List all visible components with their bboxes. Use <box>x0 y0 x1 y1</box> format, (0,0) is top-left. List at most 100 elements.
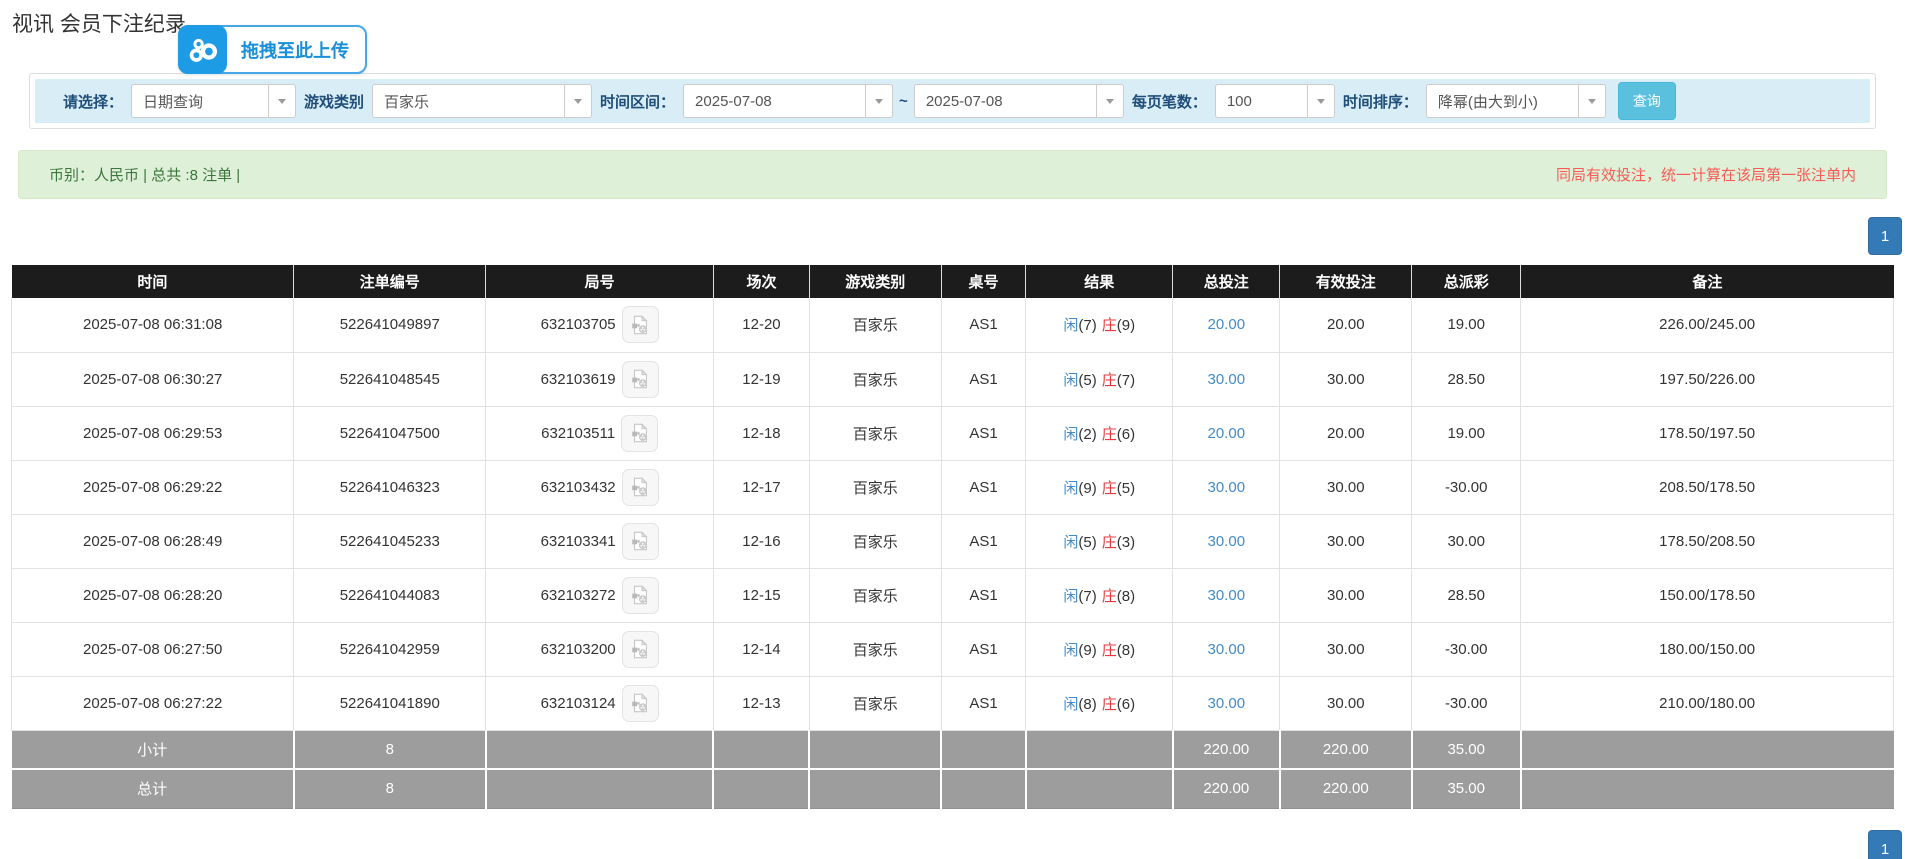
result-banker-score: (9) <box>1117 317 1135 334</box>
total-bet-link[interactable]: 20.00 <box>1208 316 1246 333</box>
video-replay-button[interactable] <box>621 415 658 452</box>
sort-select[interactable]: 降幂(由大到小) <box>1426 84 1606 118</box>
cell-total-bet: 30.00 <box>1173 352 1280 406</box>
result-player-score: (7) <box>1078 317 1096 334</box>
cell-game-type: 百家乐 <box>809 352 941 406</box>
video-file-icon <box>629 638 651 660</box>
cell-time: 2025-07-08 06:30:27 <box>12 352 294 406</box>
cell-round-no: 632103511 <box>486 406 714 460</box>
result-banker-score: (8) <box>1117 642 1135 659</box>
page-title: 视讯 会员下注纪录 <box>12 8 186 38</box>
subtotal-row: 小计 8 220.00 220.00 35.00 <box>12 730 1894 769</box>
result-banker-score: (5) <box>1117 480 1135 497</box>
table-row: 2025-07-08 06:27:50 522641042959 6321032… <box>12 622 1894 676</box>
cell-bet-no: 522641041890 <box>294 676 486 730</box>
chevron-down-icon[interactable] <box>1578 85 1605 117</box>
drag-upload-overlay[interactable]: 拖拽至此上传 <box>178 25 367 74</box>
cell-time: 2025-07-08 06:31:08 <box>12 298 294 352</box>
result-banker-label: 庄 <box>1102 426 1117 443</box>
cell-remark: 178.50/208.50 <box>1521 514 1894 568</box>
cell-remark: 226.00/245.00 <box>1521 298 1894 352</box>
video-replay-button[interactable] <box>622 361 659 398</box>
result-player-label: 闲 <box>1063 480 1078 497</box>
subtotal-valid-bet: 220.00 <box>1280 730 1412 769</box>
video-replay-button[interactable] <box>622 469 659 506</box>
cell-valid-bet: 30.00 <box>1280 352 1412 406</box>
video-replay-button[interactable] <box>622 685 659 722</box>
game-type-value: 百家乐 <box>373 85 564 117</box>
total-bet-link[interactable]: 30.00 <box>1208 695 1246 712</box>
cell-bet-no: 522641044083 <box>294 568 486 622</box>
result-player-label: 闲 <box>1063 372 1078 389</box>
video-file-icon <box>629 692 651 714</box>
total-bet-link[interactable]: 30.00 <box>1208 533 1246 550</box>
video-replay-button[interactable] <box>622 523 659 560</box>
cell-result: 闲(8)庄(6) <box>1026 676 1173 730</box>
game-type-select[interactable]: 百家乐 <box>372 84 592 118</box>
grand-total-row: 总计 8 220.00 220.00 35.00 <box>12 769 1894 808</box>
cell-table-no: AS1 <box>941 406 1026 460</box>
date-from-select[interactable]: 2025-07-08 <box>683 84 893 118</box>
pagination-page-1-bottom[interactable]: 1 <box>1868 830 1902 859</box>
cell-time: 2025-07-08 06:28:20 <box>12 568 294 622</box>
cell-bet-no: 522641046323 <box>294 460 486 514</box>
per-page-select[interactable]: 100 <box>1215 84 1335 118</box>
pagination-page-1-top[interactable]: 1 <box>1868 217 1902 255</box>
total-bet-link[interactable]: 30.00 <box>1208 587 1246 604</box>
time-range-label: 时间区间： <box>600 91 675 112</box>
header-bet-no: 注单编号 <box>294 265 486 298</box>
video-replay-button[interactable] <box>622 631 659 668</box>
subtotal-total-bet: 220.00 <box>1173 730 1280 769</box>
header-time: 时间 <box>12 265 294 298</box>
cell-payout: -30.00 <box>1412 460 1521 514</box>
cell-session: 12-16 <box>713 514 809 568</box>
result-banker-label: 庄 <box>1102 372 1117 389</box>
total-bet-link[interactable]: 30.00 <box>1208 479 1246 496</box>
cell-valid-bet: 20.00 <box>1280 406 1412 460</box>
cell-payout: 19.00 <box>1412 298 1521 352</box>
tilde-separator: ~ <box>899 93 908 110</box>
header-valid-bet: 有效投注 <box>1280 265 1412 298</box>
cell-session: 12-17 <box>713 460 809 514</box>
result-player-score: (7) <box>1078 588 1096 605</box>
cell-payout: 28.50 <box>1412 352 1521 406</box>
query-button[interactable]: 查询 <box>1618 82 1676 120</box>
date-to-select[interactable]: 2025-07-08 <box>914 84 1124 118</box>
subtotal-count: 8 <box>294 730 486 769</box>
header-payout: 总派彩 <box>1412 265 1521 298</box>
cell-remark: 197.50/226.00 <box>1521 352 1894 406</box>
query-type-select[interactable]: 日期查询 <box>131 84 296 118</box>
total-bet-link[interactable]: 20.00 <box>1208 425 1246 442</box>
chevron-down-icon[interactable] <box>1307 85 1334 117</box>
header-result: 结果 <box>1026 265 1173 298</box>
chevron-down-icon[interactable] <box>865 85 892 117</box>
cell-total-bet: 20.00 <box>1173 298 1280 352</box>
video-replay-button[interactable] <box>622 306 659 343</box>
grand-total-label: 总计 <box>12 769 294 808</box>
cell-valid-bet: 20.00 <box>1280 298 1412 352</box>
video-file-icon <box>629 530 651 552</box>
choose-label: 请选择： <box>63 91 123 112</box>
cell-time: 2025-07-08 06:29:22 <box>12 460 294 514</box>
total-bet-link[interactable]: 30.00 <box>1208 371 1246 388</box>
cell-session: 12-19 <box>713 352 809 406</box>
result-player-label: 闲 <box>1063 317 1078 334</box>
video-replay-button[interactable] <box>622 577 659 614</box>
cell-bet-no: 522641042959 <box>294 622 486 676</box>
table-row: 2025-07-08 06:31:08 522641049897 6321037… <box>12 298 1894 352</box>
table-header: 时间 注单编号 局号 场次 游戏类别 桌号 结果 总投注 有效投注 总派彩 备注 <box>12 265 1894 298</box>
chevron-down-icon[interactable] <box>564 85 591 117</box>
chevron-down-icon[interactable] <box>1096 85 1123 117</box>
total-bet-link[interactable]: 30.00 <box>1208 641 1246 658</box>
query-type-value: 日期查询 <box>132 85 268 117</box>
result-banker-label: 庄 <box>1102 534 1117 551</box>
round-no-value: 632103272 <box>541 587 616 604</box>
chevron-down-icon[interactable] <box>268 85 295 117</box>
sort-value: 降幂(由大到小) <box>1427 85 1578 117</box>
cell-bet-no: 522641047500 <box>294 406 486 460</box>
video-file-icon <box>629 314 651 336</box>
cell-total-bet: 20.00 <box>1173 406 1280 460</box>
round-no-value: 632103619 <box>541 371 616 388</box>
result-player-score: (5) <box>1078 534 1096 551</box>
result-banker-score: (7) <box>1117 372 1135 389</box>
